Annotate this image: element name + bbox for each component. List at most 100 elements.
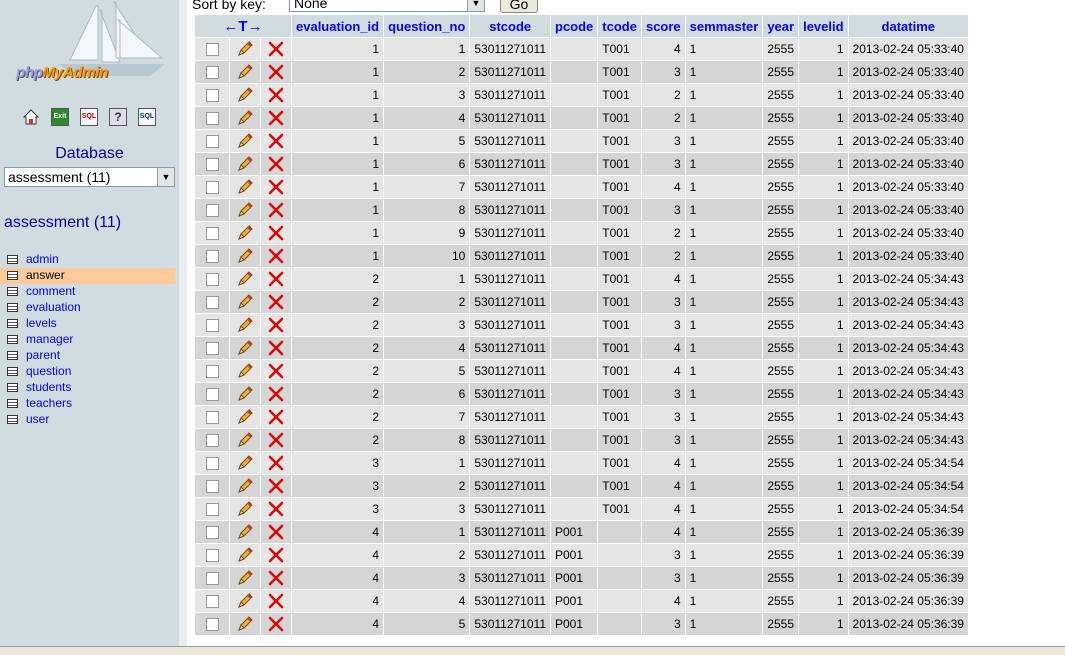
row-checkbox[interactable]	[205, 296, 219, 310]
sidebar-table-comment[interactable]: comment	[0, 284, 179, 300]
delete-x-icon[interactable]	[268, 478, 284, 494]
sidebar-table-levels[interactable]: levels	[0, 316, 179, 332]
chevron-down-icon[interactable]: ▼	[467, 0, 484, 11]
row-checkbox[interactable]	[205, 181, 219, 195]
edit-pencil-icon[interactable]	[236, 40, 254, 58]
edit-pencil-icon[interactable]	[236, 615, 254, 633]
delete-x-icon[interactable]	[268, 294, 284, 310]
column-arrows-header[interactable]: ←T→	[195, 15, 291, 37]
row-checkbox[interactable]	[205, 135, 219, 149]
go-button[interactable]: Go	[500, 0, 538, 13]
column-header-evaluation_id[interactable]: evaluation_id	[292, 15, 384, 37]
delete-x-icon[interactable]	[268, 156, 284, 172]
edit-pencil-icon[interactable]	[236, 454, 254, 472]
delete-x-icon[interactable]	[268, 41, 284, 57]
edit-pencil-icon[interactable]	[236, 109, 254, 127]
edit-pencil-icon[interactable]	[236, 270, 254, 288]
table-icon[interactable]	[7, 415, 18, 424]
delete-x-icon[interactable]	[268, 179, 284, 195]
table-icon[interactable]	[7, 399, 18, 408]
row-checkbox[interactable]	[205, 388, 219, 402]
column-header-year[interactable]: year	[763, 15, 799, 37]
row-checkbox[interactable]	[205, 273, 219, 287]
edit-pencil-icon[interactable]	[236, 132, 254, 150]
help-icon[interactable]: ?	[109, 108, 127, 126]
table-icon[interactable]	[7, 319, 18, 328]
delete-x-icon[interactable]	[268, 225, 284, 241]
row-checkbox[interactable]	[205, 549, 219, 563]
table-icon[interactable]	[7, 335, 18, 344]
column-header-stcode[interactable]: stcode	[470, 15, 550, 37]
edit-pencil-icon[interactable]	[236, 155, 254, 173]
edit-pencil-icon[interactable]	[236, 86, 254, 104]
edit-pencil-icon[interactable]	[236, 293, 254, 311]
sidebar-table-manager[interactable]: manager	[0, 332, 179, 348]
column-header-levelid[interactable]: levelid	[799, 15, 848, 37]
sidebar-table-students[interactable]: students	[0, 380, 179, 396]
column-header-pcode[interactable]: pcode	[551, 15, 598, 37]
row-checkbox[interactable]	[205, 43, 219, 57]
edit-pencil-icon[interactable]	[236, 408, 254, 426]
exit-icon[interactable]: Exit	[51, 108, 69, 126]
table-icon[interactable]	[7, 351, 18, 360]
delete-x-icon[interactable]	[268, 616, 284, 632]
row-checkbox[interactable]	[205, 595, 219, 609]
delete-x-icon[interactable]	[268, 570, 284, 586]
table-icon[interactable]	[7, 367, 18, 376]
delete-x-icon[interactable]	[268, 547, 284, 563]
row-checkbox[interactable]	[205, 526, 219, 540]
sidebar-table-parent[interactable]: parent	[0, 348, 179, 364]
frame-divider[interactable]	[179, 0, 187, 654]
sidebar-table-evaluation[interactable]: evaluation	[0, 300, 179, 316]
edit-pencil-icon[interactable]	[236, 546, 254, 564]
delete-x-icon[interactable]	[268, 593, 284, 609]
edit-pencil-icon[interactable]	[236, 63, 254, 81]
delete-x-icon[interactable]	[268, 455, 284, 471]
edit-pencil-icon[interactable]	[236, 500, 254, 518]
edit-pencil-icon[interactable]	[236, 224, 254, 242]
table-icon[interactable]	[7, 287, 18, 296]
delete-x-icon[interactable]	[268, 133, 284, 149]
row-checkbox[interactable]	[205, 66, 219, 80]
table-icon[interactable]	[7, 271, 18, 280]
row-checkbox[interactable]	[205, 434, 219, 448]
row-checkbox[interactable]	[205, 204, 219, 218]
edit-pencil-icon[interactable]	[236, 362, 254, 380]
row-checkbox[interactable]	[205, 342, 219, 356]
edit-pencil-icon[interactable]	[236, 178, 254, 196]
delete-x-icon[interactable]	[268, 340, 284, 356]
column-header-tcode[interactable]: tcode	[598, 15, 641, 37]
delete-x-icon[interactable]	[268, 386, 284, 402]
delete-x-icon[interactable]	[268, 524, 284, 540]
row-checkbox[interactable]	[205, 618, 219, 632]
delete-x-icon[interactable]	[268, 202, 284, 218]
row-checkbox[interactable]	[205, 572, 219, 586]
row-checkbox[interactable]	[205, 411, 219, 425]
sidebar-table-question[interactable]: question	[0, 364, 179, 380]
table-icon[interactable]	[7, 303, 18, 312]
row-checkbox[interactable]	[205, 250, 219, 264]
delete-x-icon[interactable]	[268, 501, 284, 517]
delete-x-icon[interactable]	[268, 363, 284, 379]
edit-pencil-icon[interactable]	[236, 247, 254, 265]
edit-pencil-icon[interactable]	[236, 385, 254, 403]
row-checkbox[interactable]	[205, 503, 219, 517]
edit-pencil-icon[interactable]	[236, 316, 254, 334]
database-title-link[interactable]: assessment (11)	[4, 214, 121, 232]
sql-icon[interactable]: SQL	[80, 108, 98, 126]
delete-x-icon[interactable]	[268, 64, 284, 80]
edit-pencil-icon[interactable]	[236, 592, 254, 610]
sidebar-table-teachers[interactable]: teachers	[0, 396, 179, 412]
edit-pencil-icon[interactable]	[236, 569, 254, 587]
sidebar-table-answer[interactable]: answer	[0, 268, 175, 284]
sidebar-table-admin[interactable]: admin	[0, 252, 179, 268]
edit-pencil-icon[interactable]	[236, 201, 254, 219]
row-checkbox[interactable]	[205, 158, 219, 172]
sidebar-table-user[interactable]: user	[0, 412, 179, 428]
column-header-semmaster[interactable]: semmaster	[685, 15, 763, 37]
edit-pencil-icon[interactable]	[236, 431, 254, 449]
table-icon[interactable]	[7, 383, 18, 392]
delete-x-icon[interactable]	[268, 409, 284, 425]
column-header-score[interactable]: score	[641, 15, 685, 37]
row-checkbox[interactable]	[205, 480, 219, 494]
